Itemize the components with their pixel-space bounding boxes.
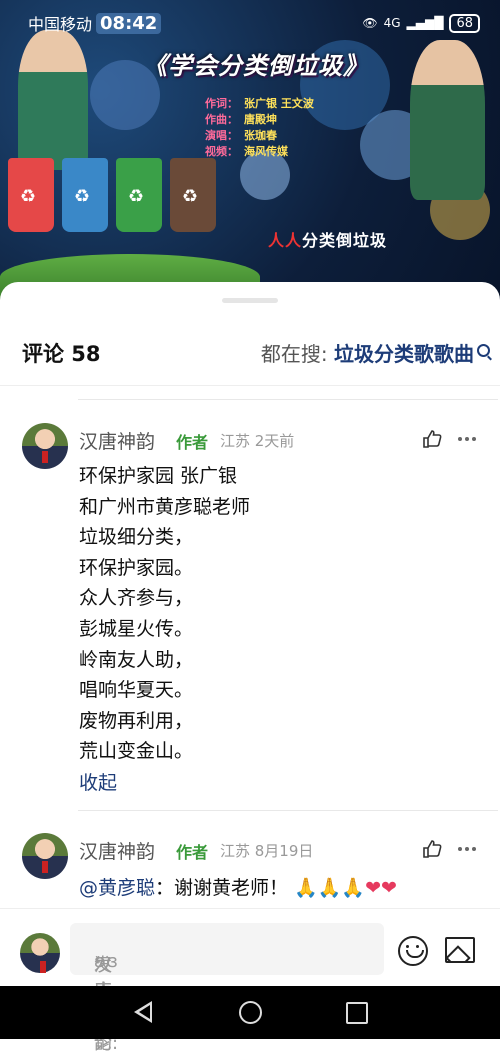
trending-query[interactable]: 垃圾分类歌歌曲: [334, 342, 474, 366]
network-label: 4G: [383, 16, 401, 30]
emoji-icon[interactable]: [398, 936, 428, 966]
avatar[interactable]: [22, 423, 68, 469]
comment-line: 垃圾细分类，: [79, 526, 194, 549]
thumbs-up-icon[interactable]: [422, 429, 442, 449]
home-icon[interactable]: [239, 1001, 262, 1024]
author-badge: 作者: [176, 843, 209, 862]
avatar: [20, 933, 60, 973]
system-nav-bar: [0, 986, 500, 1039]
header-divider: [0, 385, 500, 386]
recent-apps-icon[interactable]: [346, 1002, 368, 1024]
avatar[interactable]: [22, 833, 68, 879]
author-badge: 作者: [176, 433, 209, 452]
comment-text: ：谢谢黄老师！: [155, 877, 289, 899]
thumbs-up-icon[interactable]: [422, 839, 442, 859]
comment-line: 众人齐参与，: [79, 587, 194, 610]
comment-header: 评论 58 都在搜: 垃圾分类歌歌曲: [0, 334, 500, 376]
comment-username[interactable]: 汉唐神韵: [79, 837, 155, 864]
credit-lyrics: 作词： 张广银 王文波: [205, 97, 314, 110]
eye-icon: 👁: [362, 16, 378, 30]
comment-line: 环保护家园 张广银: [79, 465, 238, 487]
comment-line: 和广州市黄彦聪老师: [79, 495, 251, 518]
battery-indicator: 68: [449, 13, 480, 33]
clock: 08:42: [96, 12, 162, 34]
collapse-link[interactable]: 收起: [79, 768, 117, 795]
drag-handle[interactable]: [222, 298, 278, 303]
more-options-icon[interactable]: [458, 437, 476, 441]
signal-icon: ▂▄▆█: [406, 16, 444, 30]
recycling-bins-illustration: [8, 158, 216, 232]
video-banner[interactable]: 中国移动 08:42 👁 4G ▂▄▆█ 68 《学会分类倒垃圾》 作词：张广银…: [0, 0, 500, 300]
heart-emoji: ❤❤: [365, 877, 397, 899]
song-title: 《学会分类倒垃圾》: [143, 51, 368, 80]
status-icons: 👁 4G ▂▄▆█ 68: [362, 13, 480, 33]
back-icon[interactable]: [134, 1001, 152, 1023]
comment-input-bar: 汉唐神韵ʚɞ 发表评论:: [0, 908, 500, 1054]
comment-username[interactable]: 汉唐神韵: [79, 427, 155, 454]
comment-meta: 江苏 2天前: [220, 432, 295, 450]
comment-body: @黄彦聪：谢谢黄老师！ 🙏🙏🙏❤❤: [79, 873, 397, 900]
image-icon[interactable]: [445, 937, 475, 963]
comment-sheet: 评论 58 都在搜: 垃圾分类歌歌曲 汉唐神韵 作者 江苏 2天前 环保护家园 …: [0, 282, 500, 1002]
mention-link[interactable]: @黄彦聪: [79, 877, 155, 899]
comment-divider: [78, 399, 498, 400]
carrier-label: 中国移动: [28, 15, 93, 34]
comment-input[interactable]: 汉唐神韵ʚɞ 发表评论:: [70, 923, 384, 1054]
girl-right-image: [410, 40, 485, 200]
comment-divider: [78, 810, 498, 811]
more-options-icon[interactable]: [458, 847, 476, 851]
comment-line: 荒山变金山。: [79, 740, 194, 763]
comment-body: 环保护家园 张广银 和广州市黄彦聪老师 垃圾细分类， 环保护家园。 众人齐参与，…: [79, 461, 250, 767]
comment-line: 彭城星火传。: [79, 617, 194, 640]
blue-bin-icon: [62, 158, 108, 232]
credit-video: 视频： 海风传媒: [205, 145, 288, 158]
video-slogan: 人人分类倒垃圾: [268, 231, 388, 250]
comment-line: 岭南友人助，: [79, 648, 194, 671]
comment-meta: 江苏 8月19日: [220, 842, 314, 860]
red-bin-icon: [8, 158, 54, 232]
comment-line: 废物再利用，: [79, 709, 194, 732]
comment-line: 环保护家园。: [79, 556, 194, 579]
video-credits: 作词： 张广银 王文波 作曲： 唐殿坤 演唱： 张珈春 视频： 海风传媒: [205, 96, 314, 160]
trending-search[interactable]: 都在搜: 垃圾分类歌歌曲: [261, 338, 474, 367]
status-bar: 中国移动 08:42 👁 4G ▂▄▆█ 68: [28, 10, 480, 36]
girl-left-image: [18, 30, 88, 170]
comment-count: 评论 58: [22, 342, 101, 366]
comment-line: 唱响华夏天。: [79, 679, 194, 702]
credit-composer: 作曲： 唐殿坤: [205, 113, 277, 126]
brown-bin-icon: [170, 158, 216, 232]
credit-singer: 演唱： 张珈春: [205, 129, 277, 142]
green-bin-icon: [116, 158, 162, 232]
pray-emoji: 🙏🙏🙏: [294, 877, 366, 899]
search-icon[interactable]: [477, 344, 490, 357]
